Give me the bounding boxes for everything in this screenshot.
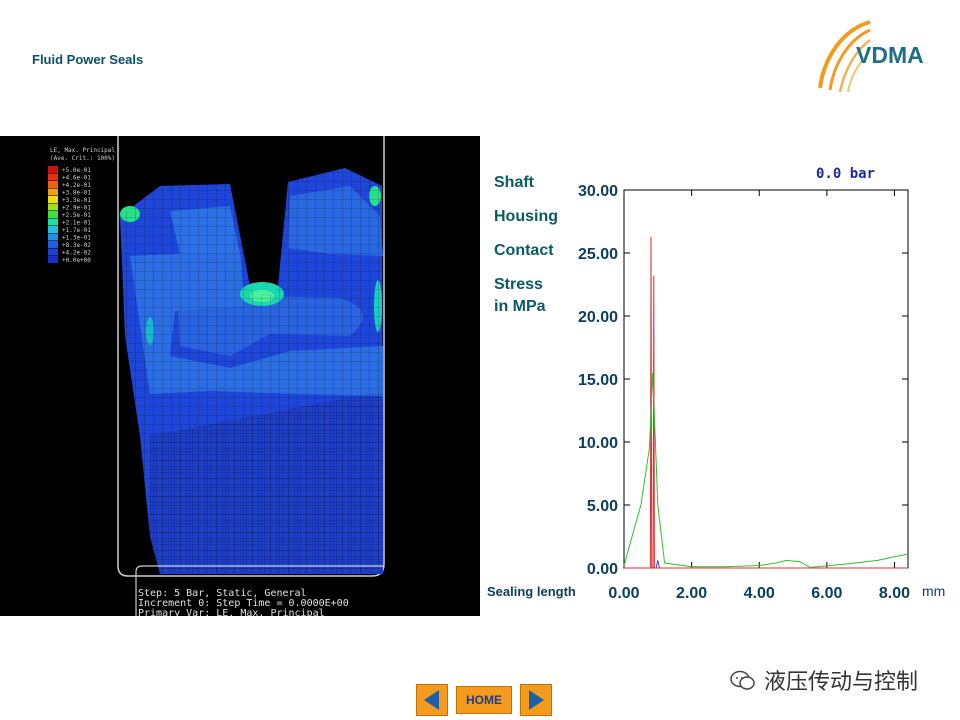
home-button[interactable]: HOME [456, 686, 512, 714]
prev-slide-button[interactable] [416, 684, 448, 716]
legend-value: +5.0e-01 [62, 167, 91, 174]
y-tick-label: 20.00 [578, 309, 618, 326]
legend-swatch [48, 248, 58, 256]
legend-value: +0.0e+00 [62, 257, 91, 264]
legend-value: +3.3e-01 [62, 197, 91, 204]
vdma-logo: VDMA [812, 18, 942, 94]
legend-value: +2.9e-01 [62, 205, 91, 212]
legend-swatch [48, 203, 58, 211]
wechat-icon [730, 670, 755, 690]
plot-frame [623, 189, 909, 569]
label-shaft: Shaft [494, 174, 534, 191]
legend-value: +2.1e-01 [62, 220, 91, 227]
x-tick-label: 6.00 [811, 585, 842, 602]
label-stress-line2: in MPa [494, 298, 546, 315]
legend-swatch [48, 218, 58, 226]
legend-swatch [48, 188, 58, 196]
contact-stress-chart: 0.00 5.00 10.00 15.00 20.00 25.00 30.00 0.00 2.0… [576, 136, 960, 616]
y-tick-label: 5.00 [587, 498, 618, 515]
y-tick-label: 15.00 [578, 372, 618, 389]
y-tick-label: 10.00 [578, 435, 618, 452]
y-tick-label: 30.00 [578, 183, 618, 200]
page-header-title: Fluid Power Seals [32, 52, 144, 67]
legend-value: +1.3e-01 [62, 235, 91, 242]
stress-legend-labels: Shaft Housing Contact Stress in MPa [494, 166, 558, 318]
legend-swatch [48, 256, 58, 263]
label-contact: Contact [494, 242, 554, 259]
legend-swatch [48, 166, 58, 173]
chart-svg: 0.00 5.00 10.00 15.00 20.00 25.00 30.00 0.00 2.0… [578, 166, 945, 602]
next-slide-button[interactable] [520, 684, 552, 716]
legend-value: +4.6e-01 [62, 175, 91, 182]
legend-swatch [48, 173, 58, 181]
fem-simulation-panel: LE, Max. Principal (Ave. Crit.: 100%) +5… [0, 136, 480, 616]
legend-value: +8.3e-02 [62, 242, 91, 249]
status-line-3: Primary Var: LE, Max. Principal [138, 608, 325, 616]
legend-value: +3.8e-01 [62, 190, 91, 197]
arrow-left-icon [424, 690, 439, 710]
fem-mesh-image: LE, Max. Principal (Ave. Crit.: 100%) +5… [48, 136, 385, 616]
x-tick-label: 8.00 [879, 585, 910, 602]
legend-value: +2.5e-01 [62, 212, 91, 219]
x-tick-label: 0.00 [608, 585, 639, 602]
series-line [624, 236, 908, 569]
legend-swatch [48, 211, 58, 218]
x-tick-label: 4.00 [744, 585, 775, 602]
legend-title: LE, Max. Principal [50, 147, 115, 154]
label-stress-line1: Stress [494, 276, 543, 293]
watermark: 液压传动与控制 [730, 664, 918, 696]
chart-title: 0.0 bar [816, 166, 875, 182]
legend-subtitle: (Ave. Crit.: 100%) [50, 155, 115, 162]
y-tick-label: 0.00 [587, 561, 618, 578]
arrow-right-icon [529, 690, 544, 710]
legend-swatch [48, 226, 58, 233]
logo-text: VDMA [856, 42, 924, 68]
legend-value: +4.2e-01 [62, 182, 91, 189]
series-line [655, 560, 660, 569]
sealing-length-label: Sealing length [487, 584, 576, 599]
x-axis-unit: mm [922, 583, 945, 599]
watermark-text: 液压传动与控制 [764, 670, 919, 695]
legend-swatch [48, 196, 58, 203]
legend-swatch [48, 241, 58, 248]
label-housing: Housing [494, 208, 558, 225]
legend-value: +4.2e-02 [62, 250, 91, 257]
series-line [623, 372, 909, 568]
x-tick-label: 2.00 [676, 585, 707, 602]
y-tick-label: 25.00 [578, 246, 618, 263]
legend-value: +1.7e-01 [62, 227, 91, 234]
legend-swatch [48, 233, 58, 241]
legend-swatch [48, 181, 58, 188]
